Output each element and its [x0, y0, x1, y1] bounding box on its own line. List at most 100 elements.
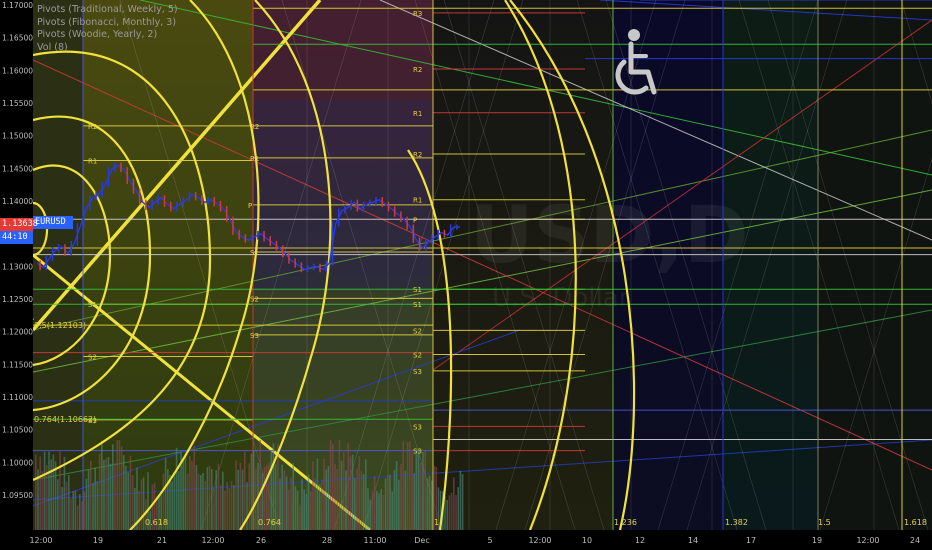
volume-bar	[422, 452, 424, 530]
volume-bar	[138, 490, 140, 530]
volume-bar	[283, 470, 286, 530]
volume-bar	[72, 491, 74, 530]
fib-time-label: 1.236	[614, 518, 637, 527]
volume-bar	[39, 456, 41, 530]
volume-bar	[94, 467, 96, 530]
time-tick-label: 12	[635, 536, 645, 545]
volume-bar	[312, 461, 314, 530]
volume-bar	[318, 484, 321, 530]
time-tick-label: 10	[582, 536, 592, 545]
volume-bar	[400, 463, 402, 530]
fib-level-label: 0.764(1.10662)	[34, 415, 96, 424]
volume-bar	[191, 460, 193, 530]
volume-bar	[182, 459, 184, 530]
volume-bar	[241, 469, 244, 530]
volume-bar	[252, 451, 255, 530]
time-tick-label: 26	[256, 536, 266, 545]
price-tick-label: 1.15500	[2, 99, 33, 108]
volume-bar	[197, 473, 200, 530]
time-tick-label: 17	[746, 536, 756, 545]
fib-level-label: 0.5(1.12103)	[34, 321, 86, 330]
fib-time-label: 1	[434, 518, 439, 527]
volume-bar	[237, 469, 239, 530]
fib-time-label: 0.764	[258, 518, 281, 527]
pivot-label: R2	[250, 123, 259, 131]
volume-bar	[340, 460, 343, 530]
volume-bar	[325, 469, 327, 530]
volume-bar	[112, 444, 114, 530]
pivot-label: S3	[413, 448, 422, 456]
volume-bar	[186, 473, 189, 530]
volume-bar	[85, 478, 88, 530]
time-tick-label: 21	[157, 536, 167, 545]
volume-bar	[349, 456, 352, 530]
volume-bar	[461, 474, 464, 530]
volume-bar	[59, 451, 61, 530]
volume-bar	[426, 478, 429, 530]
volume-bar	[48, 451, 50, 530]
fib-time-label: 1.382	[725, 518, 748, 527]
volume-bar	[420, 463, 422, 530]
volume-bar	[248, 463, 250, 530]
volume-bar	[79, 494, 81, 530]
time-tick-label: 12:00	[528, 536, 551, 545]
volume-bar	[202, 472, 204, 530]
volume-bar	[384, 478, 387, 530]
volume-bar	[343, 452, 345, 530]
volume-bar	[424, 450, 426, 530]
legend-item[interactable]: Vol (8)	[37, 42, 178, 55]
volume-bar	[96, 481, 99, 530]
volume-bar	[244, 451, 246, 530]
price-tick-label: 1.13000	[2, 262, 33, 271]
volume-bar	[74, 490, 77, 530]
volume-bar	[380, 489, 382, 530]
volume-bar	[389, 474, 391, 530]
volume-bar	[70, 498, 72, 530]
volume-bar	[395, 461, 398, 530]
legend-item[interactable]: Pivots (Fibonacci, Monthly, 3)	[37, 17, 178, 30]
volume-bar	[446, 500, 448, 530]
volume-bar	[371, 491, 374, 530]
pivot-label: S2	[413, 327, 422, 335]
volume-bar	[327, 465, 330, 530]
volume-bar	[175, 447, 178, 530]
time-tick-label: 12:00	[856, 536, 879, 545]
volume-bar	[125, 466, 127, 530]
price-tick-label: 1.12500	[2, 295, 33, 304]
fib-time-label: 0.618	[145, 518, 168, 527]
volume-bar	[409, 441, 411, 530]
volume-bar	[365, 459, 367, 530]
volume-bar	[332, 444, 334, 530]
volume-bar	[338, 440, 341, 530]
volume-bar	[92, 482, 94, 530]
volume-bar	[382, 495, 385, 530]
volume-bar	[215, 470, 217, 530]
volume-bar	[81, 501, 83, 530]
price-chart[interactable]: USD,DU.S. Dollar R2R1S1S2S3R2R1PS1S2S3R3…	[0, 0, 932, 550]
volume-bar	[105, 458, 107, 530]
volume-bar	[391, 491, 393, 530]
pivot-label: S1	[250, 249, 259, 257]
volume-bar	[83, 491, 85, 530]
volume-bar	[296, 490, 299, 530]
pivot-label: P	[248, 202, 252, 210]
volume-bar	[90, 460, 92, 530]
symbol-tag: EURUSD	[33, 216, 73, 229]
volume-bar	[61, 487, 63, 530]
volume-bar	[321, 479, 323, 530]
legend-item[interactable]: Pivots (Traditional, Weekly, 5)	[37, 4, 178, 17]
volume-bar	[310, 491, 312, 530]
price-axis-bg	[0, 0, 33, 550]
pivot-label: S2	[413, 352, 422, 360]
pivot-label: P	[413, 216, 417, 224]
volume-bar	[336, 469, 338, 530]
volume-bar	[213, 488, 215, 530]
time-tick-label: 14	[688, 536, 698, 545]
volume-bar	[301, 479, 303, 530]
volume-bar	[206, 467, 209, 530]
volume-bar	[402, 440, 404, 530]
volume-bar	[387, 474, 389, 530]
legend-item[interactable]: Pivots (Woodie, Yearly, 2)	[37, 29, 178, 42]
volume-bar	[219, 485, 222, 530]
volume-bar	[356, 468, 358, 530]
